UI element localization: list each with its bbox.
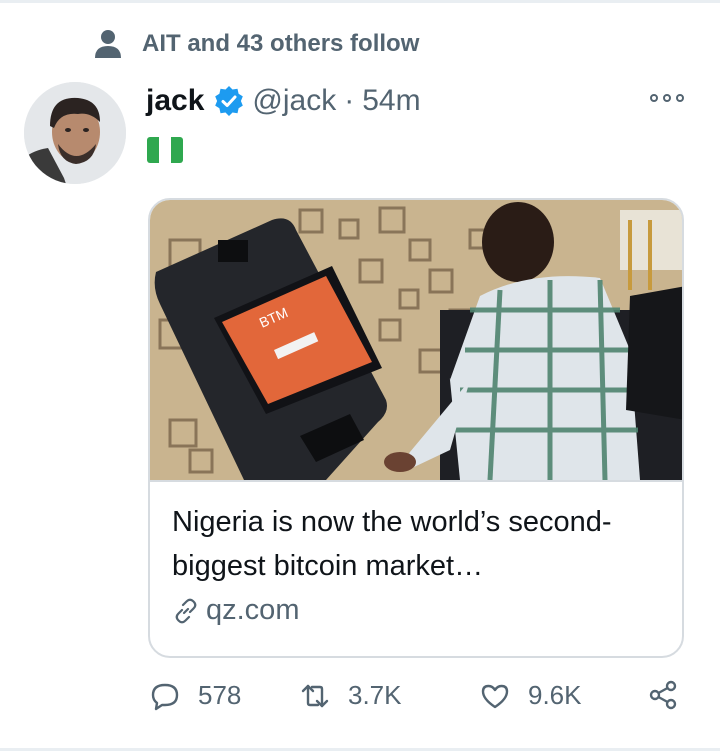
card-domain-text: qz.com: [206, 594, 300, 626]
card-title[interactable]: Nigeria is now the world’s second-bigges…: [172, 500, 672, 588]
card-divider: [150, 480, 682, 482]
more-options-icon[interactable]: [650, 94, 684, 102]
social-context[interactable]: AIT and 43 others follow: [92, 28, 419, 60]
heart-icon: [481, 684, 509, 708]
separator-dot: ·: [344, 84, 355, 117]
reply-count: 578: [198, 680, 242, 710]
person-icon: [95, 30, 121, 58]
avatar[interactable]: [24, 82, 126, 184]
link-icon: [175, 598, 197, 623]
share-icon: [649, 680, 677, 710]
nigeria-flag-icon: [147, 137, 183, 163]
reply-button[interactable]: 578: [150, 680, 241, 711]
like-button[interactable]: 9.6K: [480, 680, 582, 711]
verified-badge-icon: [215, 86, 244, 116]
retweet-icon: [301, 684, 329, 707]
card-domain[interactable]: qz.com: [172, 594, 299, 627]
like-count: 9.6K: [528, 680, 582, 710]
top-divider: [0, 0, 720, 3]
retweet-button[interactable]: 3.7K: [300, 680, 402, 711]
social-context-text: AIT and 43 others follow: [142, 30, 420, 57]
tweet-timestamp[interactable]: 54m: [362, 84, 420, 118]
share-button[interactable]: [648, 680, 678, 710]
card-image[interactable]: BTM: [150, 200, 682, 480]
retweet-count: 3.7K: [348, 680, 402, 710]
link-card[interactable]: BTM Nigeria is now the world’s second-bi…: [148, 198, 684, 658]
avatar-image: [24, 82, 126, 184]
tweet-header: jack @jack · 54m: [146, 84, 421, 118]
author-handle[interactable]: @jack: [252, 84, 336, 118]
reply-icon: [151, 683, 179, 710]
tweet-actions: 578 3.7K 9.6K: [150, 680, 690, 720]
author-name[interactable]: jack: [146, 84, 204, 118]
